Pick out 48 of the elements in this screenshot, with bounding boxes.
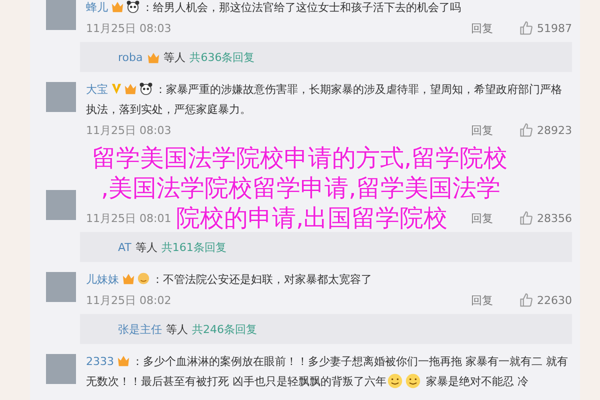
comment-time: 11月25日 08:01 <box>86 210 172 226</box>
reply-count-link[interactable]: 共246条回复 <box>192 322 257 336</box>
crown-badge-icon <box>146 50 160 64</box>
comment-text: 2333 ：多少个血淋淋的案例放在眼前！！多少妻子想离婚被你们一拖再拖 家暴有一就有二 就有无数次！！最后甚至有被打死 凶手也只是轻飘飘的背叛了六年 家暴是绝对不能忍 冷 <box>86 353 569 391</box>
overlay-title-line: ,美国法学院校留学申请,留学美国法学 <box>101 176 500 200</box>
panda-icon <box>139 82 153 95</box>
reply-count-link[interactable]: 共161条回复 <box>161 240 226 254</box>
reply-link[interactable]: 回复 <box>471 122 493 138</box>
overlay-title-line: 院校的申请,出国留学院校 <box>176 206 448 230</box>
avatar-placeholder[interactable] <box>46 190 76 220</box>
replier-name[interactable]: roba <box>118 50 143 64</box>
face-emoji-icon <box>137 272 150 285</box>
like-button[interactable]: 28923 <box>519 123 572 137</box>
crown-badge-icon <box>122 272 135 285</box>
comment-time: 11月25日 08:03 <box>86 20 172 36</box>
thumbs-up-icon <box>519 211 533 225</box>
thumbs-up-icon <box>519 21 533 35</box>
avatar-placeholder[interactable] <box>46 0 76 30</box>
smiley-emoji-icon <box>386 373 402 389</box>
like-button[interactable]: 51987 <box>519 21 572 35</box>
reply-link[interactable]: 回复 <box>471 292 493 308</box>
crown-badge-icon <box>111 0 124 13</box>
reply-count-link[interactable]: 共636条回复 <box>190 50 255 64</box>
others-label: 等人 <box>135 240 158 254</box>
thumbs-up-icon <box>519 123 533 137</box>
avatar-placeholder[interactable] <box>46 82 76 112</box>
crown-badge-icon <box>117 354 130 367</box>
comment-text: 儿妹妹 ：不管法院公安还是妇联，对家暴都太宽容了 <box>86 271 373 288</box>
avatar-placeholder[interactable] <box>46 272 76 302</box>
reply-link[interactable]: 回复 <box>471 20 493 36</box>
others-label: 等人 <box>164 50 186 64</box>
thumbs-up-icon <box>519 293 533 307</box>
comment-text: 蜂儿 ：给男人机会，那这位法官给了这位女士和孩子活下去的机会了吗 <box>86 0 462 16</box>
verified-v-icon <box>111 82 122 95</box>
crown-badge-icon <box>124 82 137 95</box>
avatar-placeholder[interactable] <box>46 354 76 384</box>
overlay-title-line: 留学美国法学院校申请的方式,留学院校 <box>92 146 508 170</box>
replier-name[interactable]: AT <box>118 240 132 254</box>
like-button[interactable]: 28356 <box>519 211 572 225</box>
reply-link[interactable]: 回复 <box>471 210 493 226</box>
replier-name[interactable]: 张是主任 <box>118 322 162 336</box>
comment-time: 11月25日 08:02 <box>86 292 172 308</box>
smiley-emoji-icon <box>404 373 420 389</box>
comment-text: 大宝 ：家暴严重的涉嫌故意伤害罪，长期家暴的涉及虐待罪，望周知，希望政府部门严格执法，落到实处，严惩家庭暴力。 <box>86 81 563 118</box>
others-label: 等人 <box>166 322 188 336</box>
panda-icon <box>126 0 140 13</box>
like-button[interactable]: 22630 <box>519 293 572 307</box>
comment-time: 11月25日 08:03 <box>86 122 172 138</box>
